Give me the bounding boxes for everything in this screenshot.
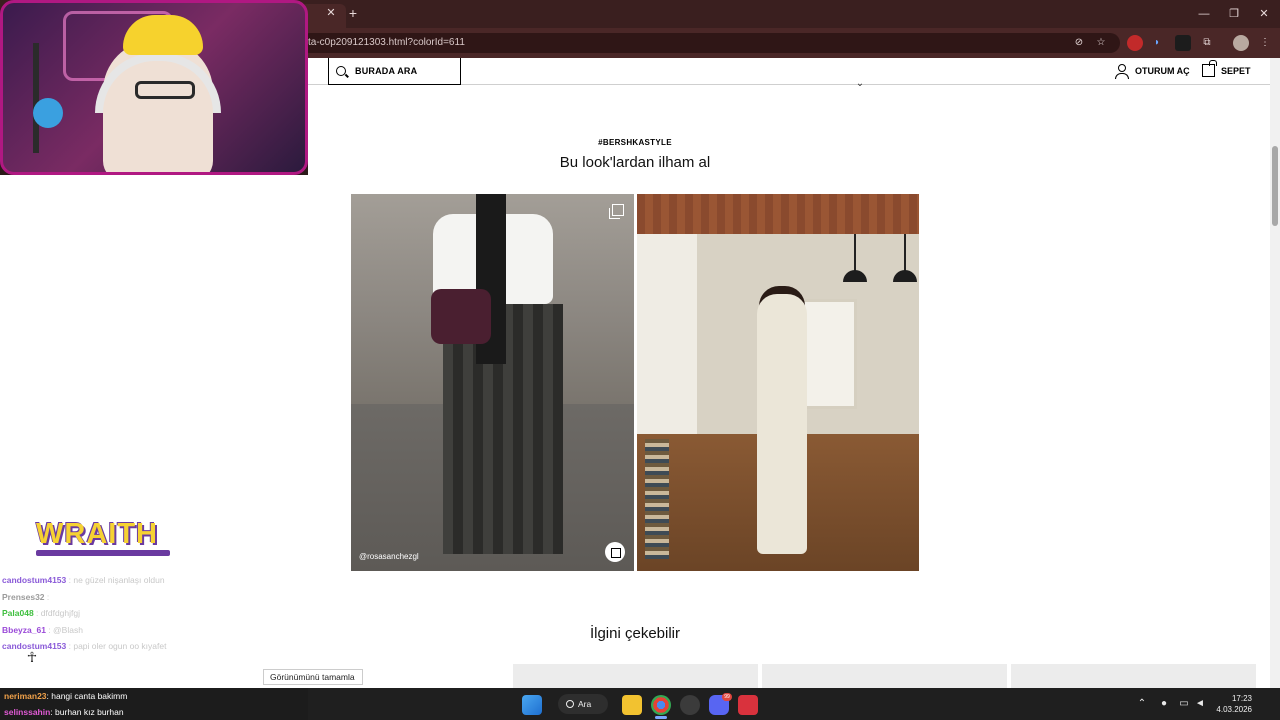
file-explorer-icon[interactable]: [622, 695, 642, 715]
accessibility-icon: ☥: [26, 649, 38, 665]
section-hashtag: #BERSHKASTYLE: [598, 138, 672, 147]
clock-date: 4.03.2026: [1216, 705, 1252, 714]
extension-icon[interactable]: [1175, 35, 1191, 51]
new-tab-icon[interactable]: +: [346, 6, 360, 20]
chat-message: Pala048 : dfdfdghjfgj: [2, 608, 80, 619]
multi-image-icon: [609, 204, 624, 219]
eye-off-icon[interactable]: ⊘: [1071, 35, 1087, 51]
product-card[interactable]: [1011, 664, 1256, 688]
clock-time: 17:23: [1231, 694, 1252, 703]
search-icon: [336, 66, 346, 76]
chat-message: candostum4153 : papi oler ogun oo kıyafe…: [2, 641, 167, 652]
bag: [431, 289, 491, 344]
restore-icon[interactable]: ❐: [1226, 6, 1242, 22]
volume-icon[interactable]: ◄: [1193, 697, 1207, 711]
avatar[interactable]: [1233, 35, 1249, 51]
windows-start-icon[interactable]: [522, 695, 542, 715]
extension-icon[interactable]: [1127, 35, 1143, 51]
tooltip: Görünümünü tamamla: [263, 669, 363, 685]
tab-close-icon[interactable]: ✕: [324, 6, 338, 20]
puzzle-icon[interactable]: ⧉: [1199, 35, 1215, 51]
user-icon[interactable]: [1115, 64, 1129, 79]
extension-icon[interactable]: ◗: [1149, 35, 1165, 51]
chat-list: candostum4153 : ne güzel nişanlaşı oldun…: [2, 572, 302, 688]
chat-message: candostum4153 : ne güzel nişanlaşı oldun: [2, 575, 165, 585]
logo-text: WRAITH: [36, 518, 158, 550]
minimize-icon[interactable]: —: [1196, 6, 1212, 22]
look-caption: @rosasanchezgl: [359, 552, 419, 561]
look-image[interactable]: [637, 194, 919, 571]
section-title: Bu look'lardan ilham al: [559, 154, 711, 171]
chevron-down-icon[interactable]: ⌄: [853, 78, 867, 92]
webcam-feed: [0, 0, 308, 175]
site-header: BURADA ARA OTURUM AÇ SEPET: [308, 58, 1270, 85]
app-icon[interactable]: [738, 695, 758, 715]
cart-icon[interactable]: [1202, 60, 1217, 77]
url-text: ta-c0p209121303.html?colorId=611: [308, 37, 465, 48]
wraith-logo: WRAITH: [28, 518, 178, 560]
taskbar-search[interactable]: Ara: [558, 694, 608, 714]
scrollbar-thumb[interactable]: [1272, 146, 1278, 226]
window-close-icon[interactable]: ✕: [1256, 6, 1272, 22]
login-button[interactable]: OTURUM AÇ: [1135, 66, 1190, 76]
cart-button[interactable]: SEPET: [1221, 66, 1251, 76]
search-label[interactable]: BURADA ARA: [355, 66, 417, 76]
page-content: BURADA ARA OTURUM AÇ SEPET ⌄ #BERSHKASTY…: [308, 58, 1270, 688]
shop-bag-icon[interactable]: [605, 542, 625, 562]
taskbar-clock[interactable]: 17:23 4.03.2026: [1208, 693, 1252, 715]
notification-badge: 99: [722, 693, 732, 701]
network-icon[interactable]: ▭: [1177, 697, 1191, 711]
look-image[interactable]: @rosasanchezgl: [351, 194, 634, 571]
chat-message: neriman23: hangi canta bakimm: [0, 688, 308, 704]
chat-message: Bbeyza_61 : @Blash: [2, 624, 83, 635]
chrome-icon[interactable]: [651, 695, 671, 715]
obs-icon[interactable]: [680, 695, 700, 715]
section-title: İlgini çekebilir: [589, 625, 681, 642]
active-indicator: [655, 716, 667, 719]
product-card[interactable]: [762, 664, 1007, 688]
menu-icon[interactable]: ⋮: [1257, 35, 1273, 51]
chat-message: selinssahin: burhan kız burhan: [0, 704, 308, 720]
mic-icon[interactable]: ●: [1157, 697, 1171, 711]
chat-message: Prenses32 :: [2, 591, 50, 602]
star-icon[interactable]: ☆: [1093, 35, 1109, 51]
product-card[interactable]: [513, 664, 758, 688]
chevron-up-icon[interactable]: ⌃: [1135, 697, 1149, 711]
